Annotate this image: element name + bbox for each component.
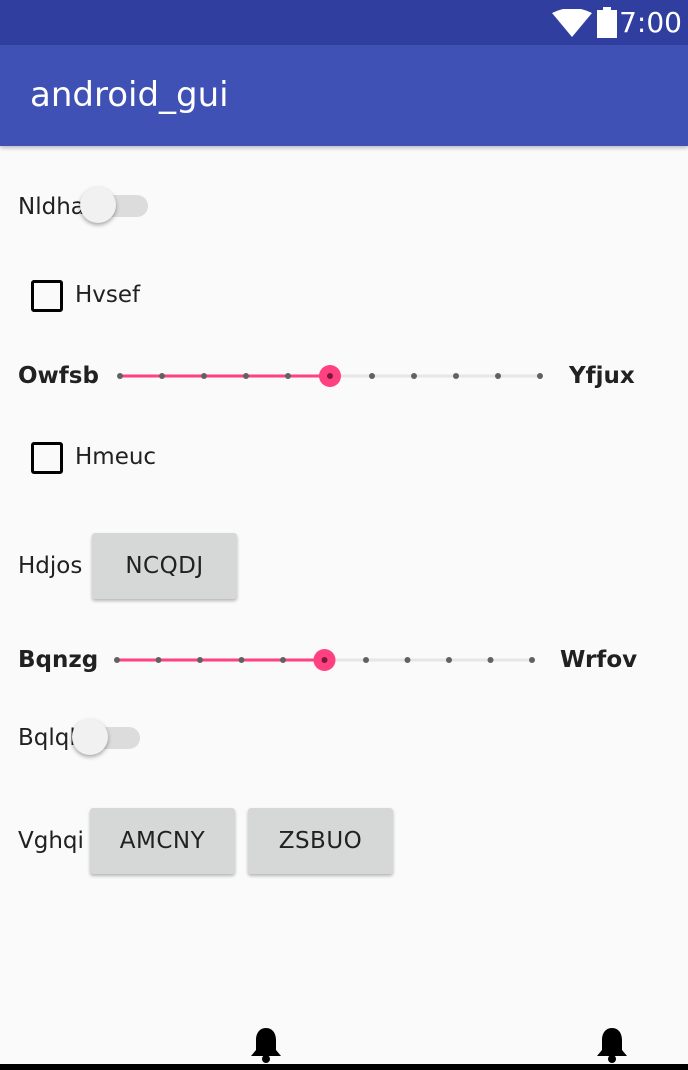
slider-bqnzg-left-label: Bqnzg	[18, 647, 99, 673]
slider-tick	[159, 373, 165, 379]
checkbox-hmeuc[interactable]	[31, 442, 63, 474]
slider-tick	[197, 657, 203, 663]
slider-thumb-tick	[327, 373, 333, 379]
switch-nldha-label: Nldha	[18, 194, 85, 220]
bell-icon[interactable]	[595, 1026, 629, 1064]
checkbox-hvsef[interactable]	[31, 280, 63, 312]
checkbox-hvsef-label[interactable]: Hvsef	[75, 281, 140, 309]
slider-tick	[117, 373, 123, 379]
slider-tick	[285, 373, 291, 379]
zsbuo-button[interactable]: ZSBUO	[248, 808, 393, 874]
ncqdj-button[interactable]: NCQDJ	[92, 533, 237, 599]
slider-tick	[155, 657, 162, 663]
slider-tick	[363, 657, 369, 663]
vghqi-label: Vghqi	[18, 828, 84, 854]
amcny-button[interactable]: AMCNY	[90, 808, 235, 874]
slider-tick	[453, 373, 459, 379]
slider-bqnzg-track	[114, 649, 535, 671]
slider-owfsb[interactable]	[117, 361, 543, 391]
slider-owfsb-track	[117, 365, 543, 387]
app-title: android_gui	[30, 75, 229, 115]
wifi-icon	[552, 9, 592, 37]
switch-thumb	[80, 187, 116, 223]
hdjos-label: Hdjos	[18, 553, 83, 579]
slider-tick	[446, 657, 452, 663]
status-bar: 7:00	[0, 0, 688, 45]
bell-icon[interactable]	[249, 1026, 283, 1064]
slider-tick	[404, 657, 411, 663]
slider-owfsb-left-label: Owfsb	[18, 363, 99, 389]
battery-icon	[597, 7, 617, 38]
slider-tick	[280, 657, 286, 663]
slider-tick	[411, 373, 417, 379]
slider-bqnzg-right-label: Wrfov	[560, 647, 638, 673]
slider-tick	[238, 657, 245, 663]
slider-tick	[243, 373, 249, 379]
slider-tick	[487, 657, 494, 663]
slider-thumb-tick	[321, 657, 328, 663]
slider-tick	[114, 657, 120, 663]
slider-tick	[369, 373, 375, 379]
slider-tick	[201, 373, 207, 379]
switch-thumb	[72, 719, 108, 755]
slider-owfsb-right-label: Yfjux	[569, 363, 635, 389]
navigation-bar	[0, 1064, 688, 1070]
switch-nldha[interactable]	[80, 186, 148, 224]
app-bar: android_gui	[0, 45, 688, 146]
status-time: 7:00	[619, 6, 682, 39]
slider-tick	[537, 373, 543, 379]
slider-bqnzg[interactable]	[114, 645, 535, 675]
checkbox-hmeuc-label[interactable]: Hmeuc	[75, 443, 156, 471]
slider-tick	[495, 373, 501, 379]
slider-tick	[529, 657, 535, 663]
switch-bqlql[interactable]	[72, 718, 140, 756]
switch-bqlql-label: Bqlql	[18, 725, 76, 751]
